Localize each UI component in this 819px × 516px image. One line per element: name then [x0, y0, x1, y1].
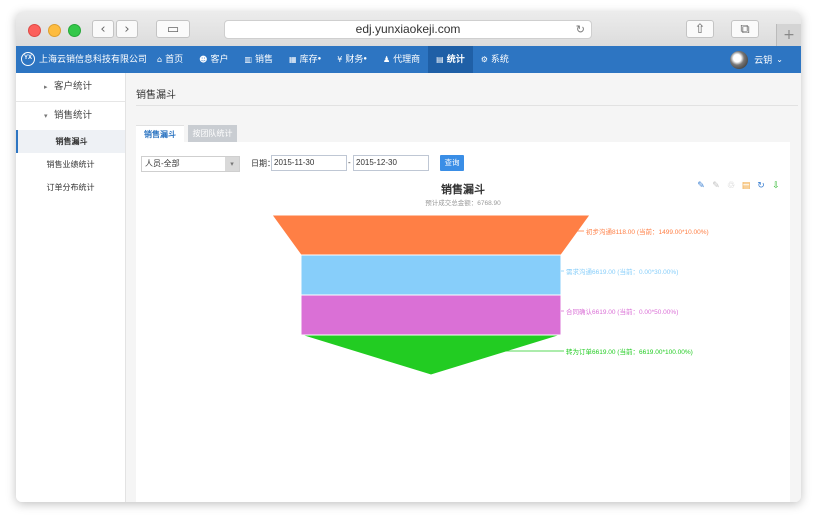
user-menu[interactable]: 云钥 ⌄ [730, 46, 783, 73]
tab-team-stats[interactable]: 按团队统计 [188, 125, 237, 142]
menu-item-home[interactable]: ⌂ 首页 [149, 46, 191, 73]
chart-panel: 人员-全部 ▾ 日期： 2015-11-30 - 2015-12-30 查询 销… [136, 142, 790, 502]
address-bar[interactable]: edj.yunxiaokeji.com ↻ [224, 20, 592, 39]
funnel-stage-1[interactable] [271, 214, 591, 256]
chevron-down-icon: ⌄ [776, 55, 783, 64]
menu-item-inventory[interactable]: ▦ 库存 ● [281, 46, 329, 73]
avatar [730, 50, 749, 69]
bar-chart-icon: ▥ [244, 55, 253, 64]
sidebar-item-sales-performance[interactable]: 销售业绩统计 [16, 153, 125, 176]
menu-item-sales[interactable]: ▥ 销售 [236, 46, 281, 73]
browser-toolbar: ‹ › ▭ edj.yunxiaokeji.com ↻ ⇧ ⧉ + [16, 12, 801, 47]
dropdown-badge: ● [317, 56, 322, 62]
sidebar: ▸ 客户统计 ▾ 销售统计 销售漏斗 销售业绩统计 订单分布统计 [16, 73, 126, 502]
sidebar-group-label: 客户统计 [54, 81, 93, 92]
caret-down-icon: ▾ [44, 112, 48, 120]
new-tab-icon[interactable]: + [776, 24, 801, 46]
menu-item-label: 系统 [490, 54, 509, 64]
browser-window: ‹ › ▭ edj.yunxiaokeji.com ↻ ⇧ ⧉ + YX 上海云… [16, 12, 801, 502]
sidebar-group-label: 销售统计 [54, 110, 93, 121]
sidebar-item-sales-funnel[interactable]: 销售漏斗 [16, 130, 125, 153]
tab-sales-funnel[interactable]: 销售漏斗 [136, 125, 184, 143]
menu-item-label: 统计 [446, 54, 465, 64]
company-logo: YX [21, 52, 35, 66]
menu-item-system[interactable]: ⚙ 系统 [473, 46, 517, 73]
funnel-stage-label: 需求沟通6619.00 (当前：0.00*30.00%) [566, 267, 678, 276]
money-icon: ¥ [337, 55, 343, 64]
user-name: 云钥 [754, 55, 773, 65]
sidebar-toggle-icon[interactable]: ▭ [156, 20, 190, 38]
funnel-stage-3[interactable] [300, 294, 562, 336]
gear-icon: ⚙ [480, 55, 488, 64]
menu-item-customers[interactable]: ☻ 客户 [191, 46, 236, 73]
home-icon: ⌂ [157, 55, 163, 64]
share-icon[interactable]: ⇧ [686, 20, 714, 38]
user-icon: ☻ [199, 55, 208, 64]
funnel-chart: 初步沟通8118.00 (当前：1499.00*10.00%) 需求沟通6619.… [271, 214, 709, 376]
close-window-button[interactable] [28, 24, 41, 37]
menu-item-label: 销售 [255, 54, 274, 64]
menu-item-label: 客户 [210, 54, 229, 64]
forward-icon[interactable]: › [116, 20, 138, 38]
app-navbar: YX 上海云销信息科技有限公司 ⌂ 首页 ☻ 客户 ▥ 销售 ▦ 库存 ● ¥ [16, 46, 801, 73]
funnel-stage-label: 转为订单6619.00 (当前：6619.00*100.00%) [566, 347, 693, 356]
menu-item-label: 财务 [345, 54, 364, 64]
funnel-stage-4[interactable] [300, 334, 562, 376]
funnel-stage-label: 初步沟通8118.00 (当前：1499.00*10.00%) [586, 227, 709, 236]
maximize-window-button[interactable] [68, 24, 81, 37]
main-content: 销售漏斗 销售漏斗 按团队统计 人员-全部 ▾ 日期： 2015-11-30 -… [126, 73, 801, 502]
dropdown-badge: ● [363, 56, 367, 62]
reload-icon[interactable]: ↻ [576, 21, 585, 38]
sidebar-group-customer-stats[interactable]: ▸ 客户统计 [16, 73, 125, 101]
menu-item-label: 代理商 [393, 54, 421, 64]
sidebar-item-order-distribution[interactable]: 订单分布统计 [16, 176, 125, 199]
caret-right-icon: ▸ [44, 83, 48, 91]
page-title: 销售漏斗 [136, 90, 176, 101]
main-menu: ⌂ 首页 ☻ 客户 ▥ 销售 ▦ 库存 ● ¥ 财务 ● ♟ 代理商 ▤ 统计 … [149, 46, 517, 73]
menu-item-label: 库存 [299, 54, 318, 64]
url-text: edj.yunxiaokeji.com [355, 22, 461, 36]
stats-icon: ▤ [436, 55, 444, 64]
back-icon[interactable]: ‹ [92, 20, 114, 38]
menu-item-finance[interactable]: ¥ 财务 ● [329, 46, 375, 73]
divider [136, 105, 798, 106]
funnel-stage-label: 合同确认6619.00 (当前：0.00*50.00%) [566, 307, 678, 316]
tabs-overview-icon[interactable]: ⧉ [731, 20, 759, 38]
minimize-window-button[interactable] [48, 24, 61, 37]
sidebar-group-sales-stats[interactable]: ▾ 销售统计 [16, 102, 125, 130]
menu-item-label: 首页 [165, 54, 184, 64]
funnel-stage-2[interactable] [300, 254, 562, 296]
menu-item-agents[interactable]: ♟ 代理商 [375, 46, 428, 73]
warehouse-icon: ▦ [289, 55, 297, 64]
menu-item-statistics[interactable]: ▤ 统计 [428, 46, 473, 73]
company-name: 上海云销信息科技有限公司 [39, 54, 148, 64]
agents-icon: ♟ [382, 55, 391, 64]
